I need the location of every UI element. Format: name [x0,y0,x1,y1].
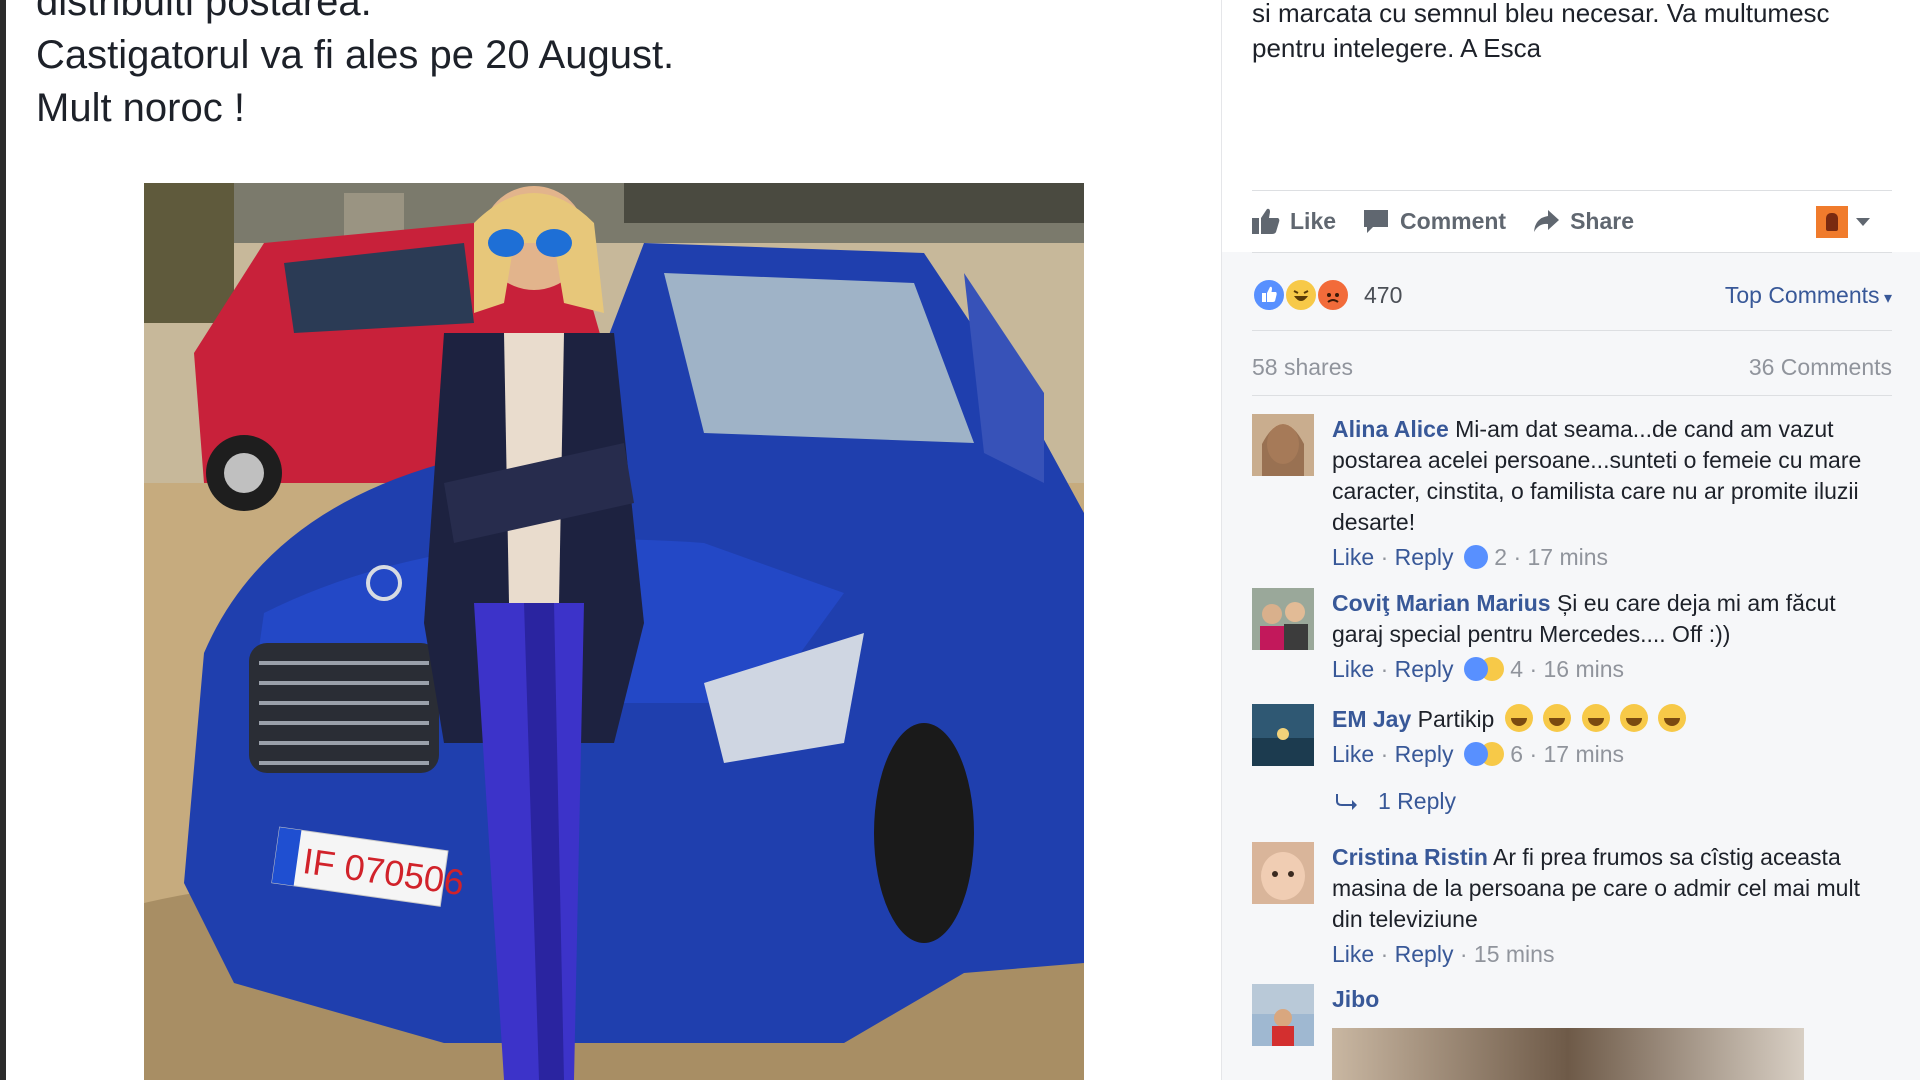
comments-count[interactable]: 36 Comments [1749,354,1892,381]
share-arrow-icon [1534,210,1560,232]
angry-reaction-icon [1316,278,1350,312]
comment-like-link[interactable]: Like [1332,941,1374,967]
comment-reply-link[interactable]: Reply [1395,544,1454,570]
like-reaction-icon [1463,657,1488,681]
laughing-emoji-icon [1658,704,1687,732]
post-meta: 58 shares 36 Comments [1252,354,1892,381]
like-button[interactable]: Like [1252,208,1336,235]
avatar[interactable] [1252,984,1314,1046]
post-description: si marcata cu semnul bleu necesar. Va mu… [1252,0,1892,66]
speech-bubble-icon [1364,210,1389,233]
share-label: Share [1570,207,1635,234]
reply-arrow-icon [1336,793,1357,810]
comment-button[interactable]: Comment [1362,208,1506,235]
comment-reply-link[interactable]: Reply [1395,941,1454,967]
comment-like-link[interactable]: Like [1332,741,1374,767]
profile-picker[interactable] [1816,206,1870,238]
comment-actions: Like · Reply · 15 mins [1332,941,1555,967]
comment-author[interactable]: Alina Alice [1332,416,1449,442]
post-text-line: Castigatorul va fi ales pe 20 August. [36,33,675,77]
comment-reply-link[interactable]: Reply [1395,656,1454,682]
post-actions: Like Comment Share [1252,200,1634,242]
comment-time[interactable]: 15 mins [1474,941,1555,967]
haha-reaction-icon [1284,278,1318,312]
profile-avatar [1816,206,1848,238]
comment-text: Partikip [1417,706,1495,732]
divider [1252,330,1892,331]
comment-reaction-count[interactable]: 2 [1494,544,1507,570]
laughing-emoji-icon [1543,704,1572,732]
description-line: pentru intelegere. A Esca [1252,33,1542,63]
comment-reply-link[interactable]: Reply [1395,741,1454,767]
emoji-row [1501,704,1687,735]
divider [1252,190,1892,191]
like-label: Like [1290,207,1337,234]
comment-time[interactable]: 16 mins [1544,656,1625,682]
comment-reaction-count[interactable]: 6 [1510,741,1523,767]
car-photo-illustration: IF 070506 [144,183,1084,1080]
comment-label: Comment [1400,207,1507,234]
comment-author[interactable]: Cristina Ristin [1332,844,1488,870]
comment-time[interactable]: 17 mins [1544,741,1625,767]
like-reaction-icon [1252,278,1286,312]
divider [1252,252,1892,253]
laughing-emoji-icon [1619,704,1648,732]
post-photo[interactable]: IF 070506 [144,183,1084,1080]
comment-time[interactable]: 17 mins [1528,544,1609,570]
divider [1252,395,1892,396]
like-reaction-icon [1463,742,1488,766]
avatar[interactable] [1252,414,1314,476]
comment-actions: Like · Reply 4 · 16 mins [1332,656,1625,682]
comment-image-attachment[interactable] [1332,1028,1804,1080]
comment-actions: Like · Reply 2 · 17 mins [1332,544,1609,570]
post-text: distribuiti postarea. Castigatorul va fi… [36,0,1186,135]
like-reaction-icon [1463,545,1488,569]
thumbs-up-icon [1252,208,1280,234]
avatar[interactable] [1252,704,1314,766]
comment-actions: Like · Reply 6 · 17 mins [1332,741,1625,767]
avatar[interactable] [1252,842,1314,904]
replies-count: 1 Reply [1378,788,1456,814]
comment-like-link[interactable]: Like [1332,544,1374,570]
reactions-summary[interactable]: 470 [1252,278,1402,312]
window-left-edge [0,0,6,1080]
comment-like-link[interactable]: Like [1332,656,1374,682]
post-sidebar: si marcata cu semnul bleu necesar. Va mu… [1222,0,1920,1080]
share-button[interactable]: Share [1532,208,1634,235]
view-replies-link[interactable]: 1 Reply [1336,788,1456,815]
post-text-line: Mult noroc ! [36,86,245,130]
comment-reaction-count[interactable]: 4 [1510,656,1523,682]
shares-count[interactable]: 58 shares [1252,354,1353,381]
reaction-count: 470 [1364,281,1403,308]
top-comments-dropdown[interactable]: Top Comments [1725,282,1892,309]
post-text-line: distribuiti postarea. [36,0,372,24]
description-line: si marcata cu semnul bleu necesar. Va mu… [1252,0,1830,28]
comment-author[interactable]: EM Jay [1332,706,1411,732]
laughing-emoji-icon [1504,704,1533,732]
laughing-emoji-icon [1581,704,1610,732]
comment-author[interactable]: Jibo [1332,986,1379,1012]
avatar[interactable] [1252,588,1314,650]
comment-author[interactable]: Coviţ Marian Marius [1332,590,1551,616]
chevron-down-icon [1856,218,1870,226]
